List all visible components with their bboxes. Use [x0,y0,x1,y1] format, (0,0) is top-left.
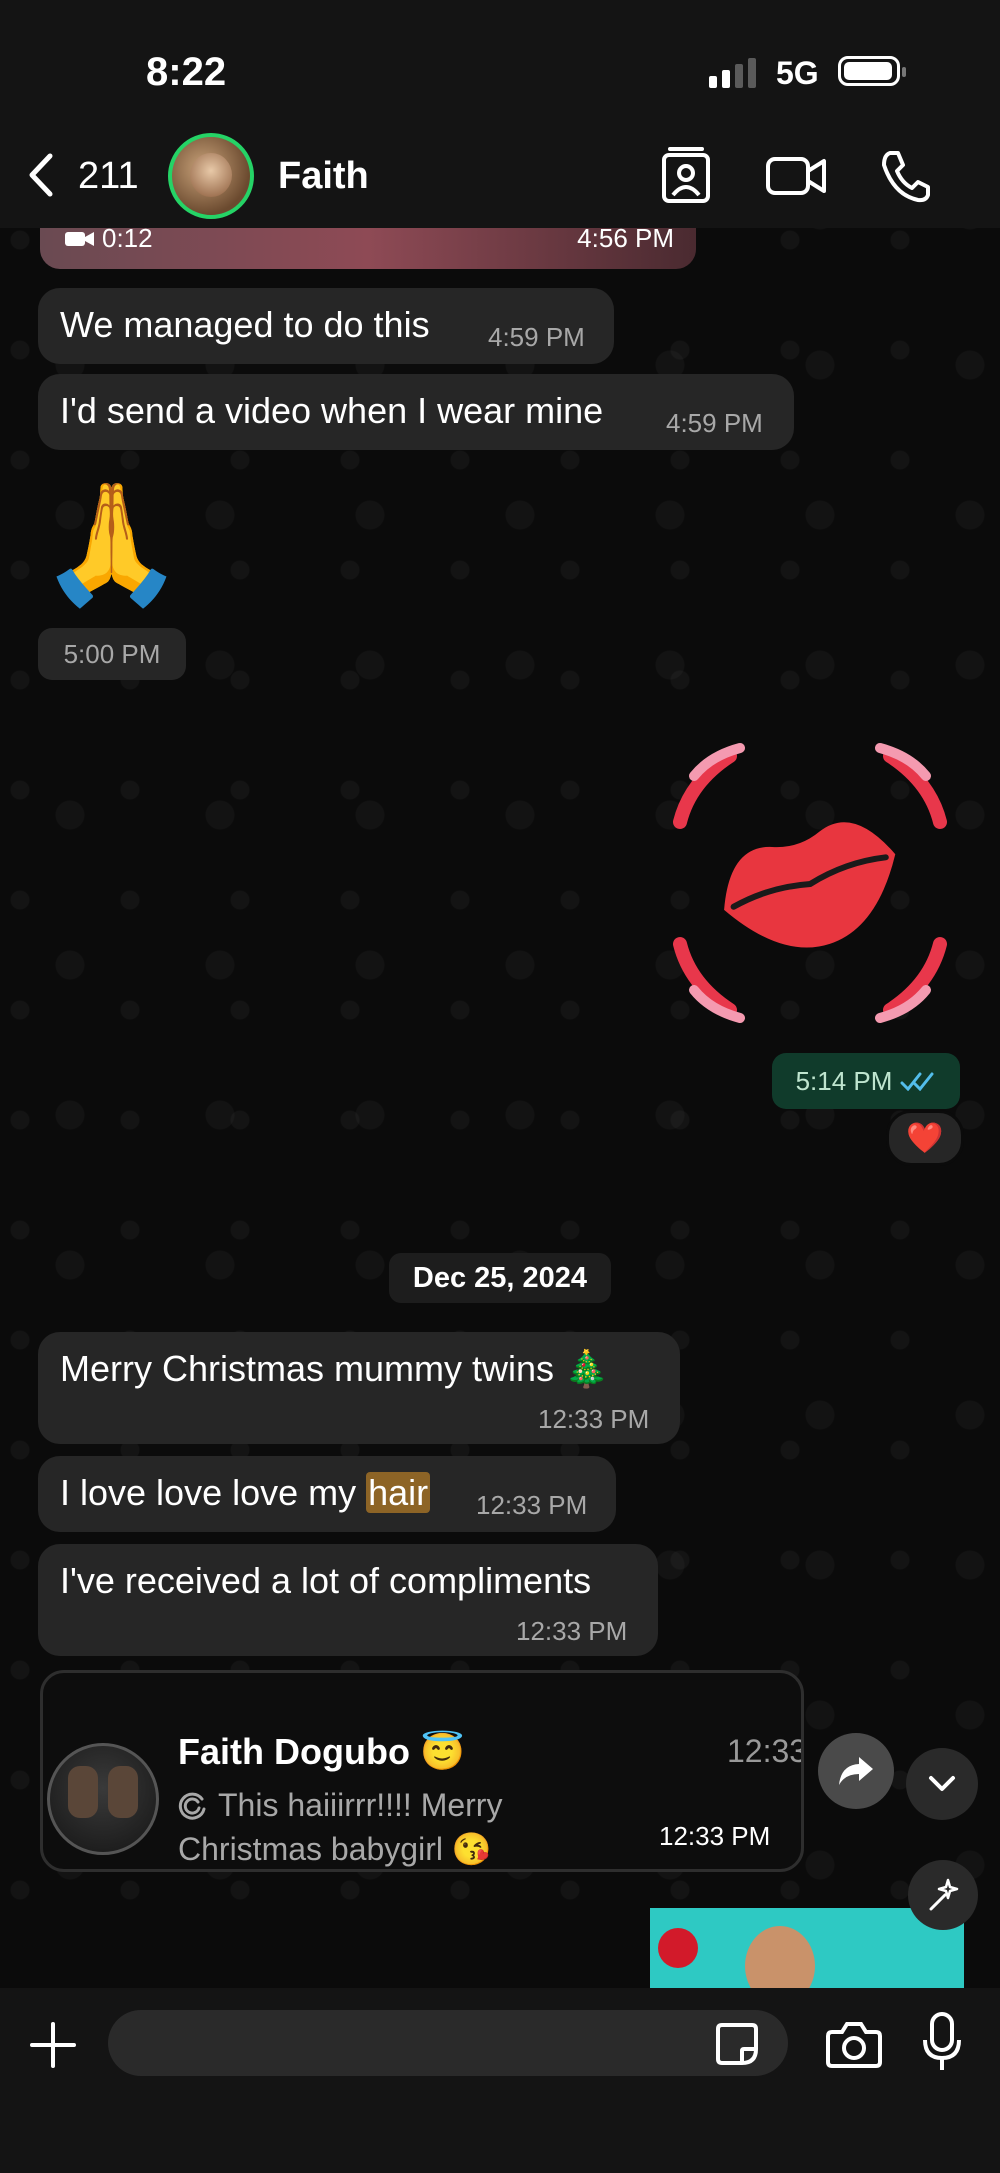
sparkle-icon [929,1878,959,1911]
ai-sparkle-button[interactable] [908,1860,978,1930]
message-text: I'd send a video when I wear mine [60,390,604,431]
media-thumbnail[interactable] [650,1908,964,1988]
message-time: 5:00 PM [38,628,186,680]
contact-name[interactable]: Faith [278,155,369,198]
plus-icon[interactable] [28,2020,78,2070]
preview-time: 12:33 PM [659,1821,771,1851]
message-time: 4:59 PM [666,408,763,438]
read-ticks-icon [900,1072,934,1091]
forward-button[interactable] [818,1733,894,1809]
sticker-icon[interactable] [714,2021,760,2067]
forward-arrow-icon [839,1757,873,1785]
message-bubble[interactable]: I'd send a video when I wear mine 4:59 P… [38,374,794,450]
sender-name: Faith Dogubo 😇 [178,1731,465,1772]
unread-count[interactable]: 211 [78,155,139,198]
video-call-icon[interactable] [764,145,830,205]
message-bubble[interactable]: I love love love my hair 12:33 PM [38,1456,616,1532]
status-time: 8:22 [146,50,227,94]
heart-reaction[interactable]: ❤️ [886,1110,964,1166]
kiss-lips-sticker[interactable] [660,742,960,1024]
message-bubble[interactable]: Merry Christmas mummy twins 🎄 12:33 PM [38,1332,680,1444]
header-bar: 8:22 5G 211 Faith [0,0,1000,228]
camera-icon[interactable] [826,2018,882,2070]
message-text: We managed to do this [60,304,430,345]
composer-bar [0,1988,1000,2173]
contact-avatar[interactable] [168,133,254,219]
message-text-part: I love love love my [60,1472,367,1513]
signal-icon [709,58,756,88]
status-reply-preview[interactable]: Faith Dogubo 😇 12:33 This haiiirrr!!!! M… [40,1670,804,1872]
phone-call-icon[interactable] [878,145,930,205]
sender-avatar [47,1743,159,1855]
sent-message-time: 5:14 PM [772,1053,960,1109]
preview-text-content: This haiiirrr!!!! Merry Christmas babygi… [178,1787,503,1867]
contact-card-icon[interactable] [658,145,714,205]
preview-time-top: 12:33 [727,1733,804,1769]
message-text: Merry Christmas mummy twins 🎄 [60,1348,609,1389]
message-time: 4:59 PM [488,322,585,352]
message-time: 5:14 PM [795,1065,893,1096]
message-time: 12:33 PM [538,1404,650,1434]
search-highlight: hair [366,1472,431,1513]
message-input[interactable] [108,2010,788,2076]
network-type: 5G [776,55,819,91]
microphone-icon[interactable] [922,2012,962,2074]
status-ring-icon [178,1792,206,1820]
video-camera-icon [65,231,94,246]
scroll-down-button[interactable] [906,1748,978,1820]
praying-hands-emoji[interactable]: 🙏 [38,474,185,614]
date-divider: Dec 25, 2024 [389,1253,611,1303]
battery-icon [838,56,906,86]
message-bubble[interactable]: I've received a lot of compliments 12:33… [38,1544,658,1656]
message-text: I love love love my hair [60,1472,431,1514]
preview-text: This haiiirrr!!!! Merry Christmas babygi… [178,1783,598,1869]
back-chevron-icon[interactable] [22,150,62,200]
message-bubble[interactable]: We managed to do this 4:59 PM [38,288,614,364]
chevron-down-icon [929,1776,955,1791]
message-time: 12:33 PM [516,1616,628,1646]
message-text: I've received a lot of compliments [60,1560,592,1601]
message-time: 12:33 PM [476,1490,588,1520]
